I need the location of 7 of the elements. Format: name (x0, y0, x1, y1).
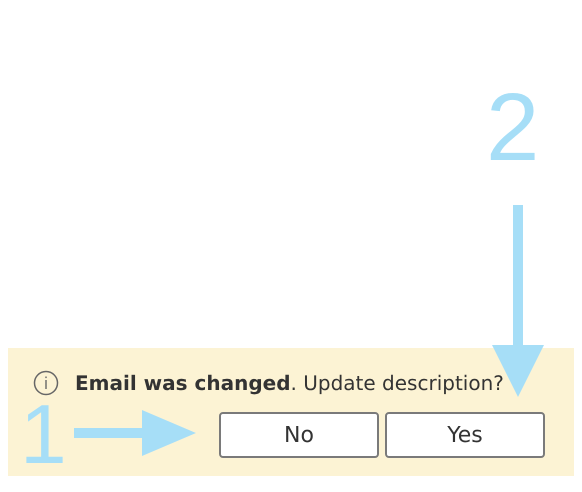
step-number: 1 (20, 392, 67, 476)
yes-button[interactable]: Yes (385, 412, 545, 458)
step-number: 2 (486, 80, 540, 176)
info-icon (33, 370, 59, 396)
no-button[interactable]: No (219, 412, 379, 458)
arrow-icon (74, 410, 196, 456)
notification-message: Email was changed. Update description? (75, 370, 504, 397)
